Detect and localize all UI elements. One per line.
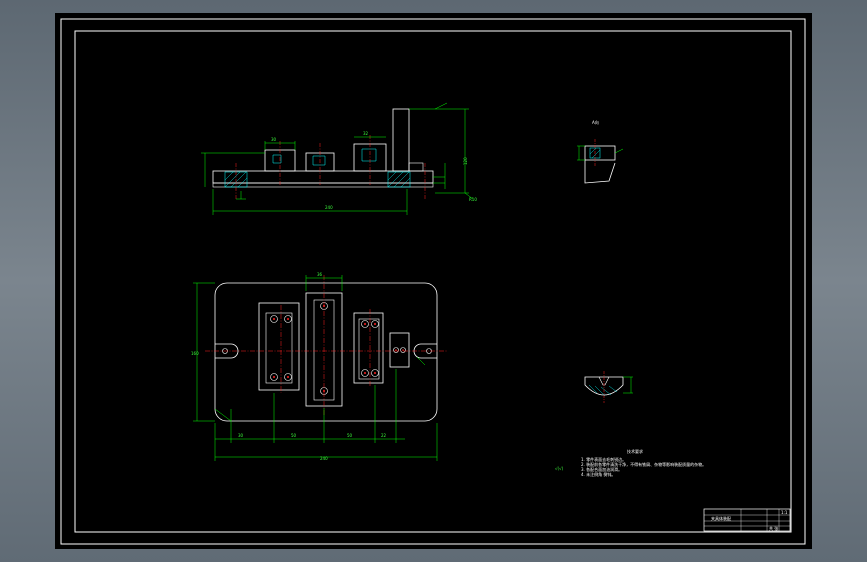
svg-text:30: 30 [271, 137, 277, 142]
title-block-part-name: 夹具体装配 [711, 515, 731, 521]
title-block-sheet: 共 张 [769, 525, 778, 531]
svg-text:30: 30 [238, 433, 244, 438]
front-view: 240 120 R10 30 32 [201, 102, 477, 215]
svg-text:240: 240 [325, 205, 333, 210]
svg-text:R10: R10 [469, 197, 477, 202]
detail-countersink [584, 371, 633, 403]
detail-label: A向 [592, 119, 599, 125]
side-height-dim: 160 [191, 351, 199, 356]
roughness-symbol: √(√) [555, 466, 564, 471]
svg-text:32: 32 [363, 131, 369, 136]
cad-drawing: 240 120 R10 30 32 240 160 30 50 50 22 36… [60, 18, 806, 545]
overall-width-dim: 240 [320, 456, 328, 461]
svg-text:120: 120 [463, 157, 468, 165]
svg-text:22: 22 [381, 433, 387, 438]
technical-requirements: 技术要求 1. 零件表面去毛刺锐边。 2. 装配前各零件清洗干净，不得有铁屑、杂… [555, 448, 706, 477]
tech-req-item-4: 4. 未注倒角 倒钝。 [581, 471, 615, 477]
detail-view-a: A向 [577, 119, 624, 184]
svg-text:50: 50 [291, 433, 297, 438]
title-block: 夹具体装配 1:1 共 张 [703, 508, 791, 532]
top-view: 240 160 30 50 50 22 36 [191, 272, 447, 461]
tech-req-title: 技术要求 [627, 448, 643, 454]
title-block-scale: 1:1 [781, 510, 788, 515]
svg-text:50: 50 [347, 433, 353, 438]
svg-text:36: 36 [317, 272, 323, 277]
drawing-sheet: 240 120 R10 30 32 240 160 30 50 50 22 36… [55, 13, 812, 549]
